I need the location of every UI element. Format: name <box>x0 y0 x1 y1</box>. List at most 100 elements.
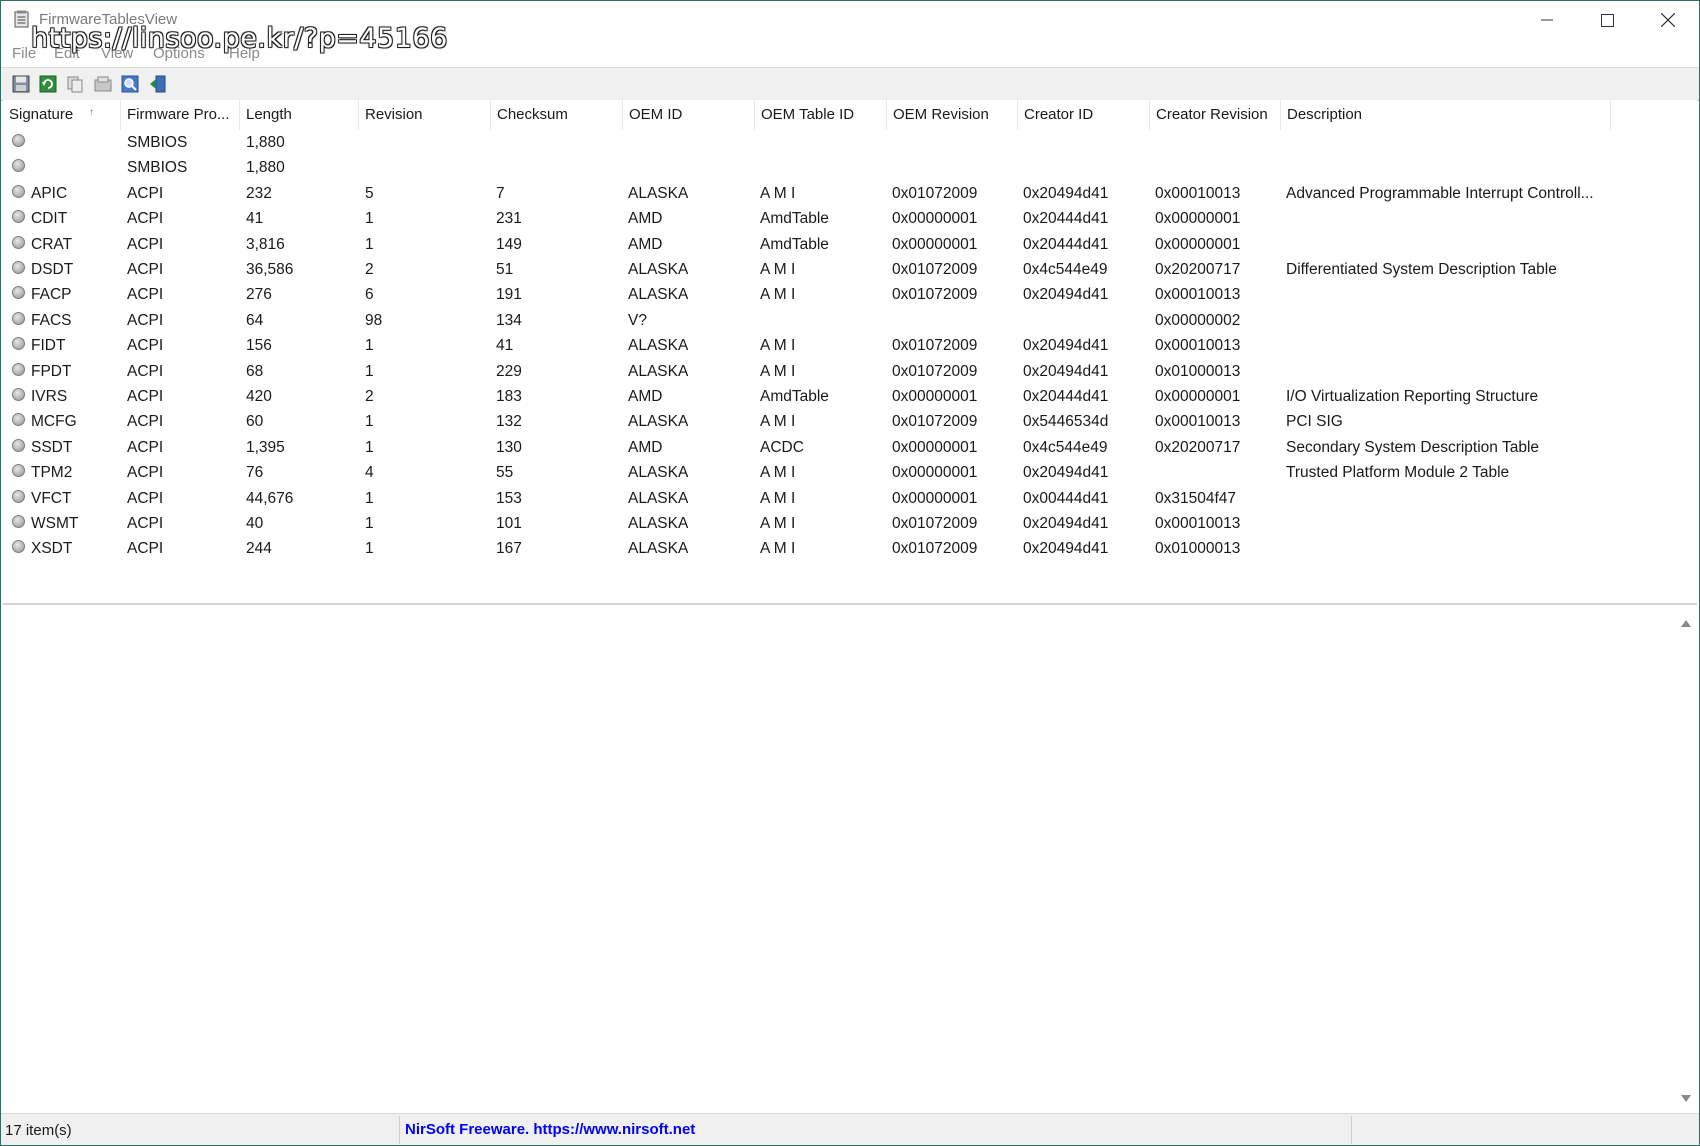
cell-creator-revision: 0x00000001 <box>1155 388 1241 405</box>
cell-creator-revision: 0x00000001 <box>1155 235 1241 253</box>
cell-oem-table-id: ACDC <box>760 438 804 456</box>
table-row[interactable]: CDIT ACPI 41 1 231 AMD AmdTable 0x00000001 0x204… <box>3 206 1697 231</box>
minimize-button[interactable] <box>1518 1 1576 39</box>
cell-length: 156 <box>246 337 272 355</box>
cell-revision: 1 <box>365 210 374 228</box>
table-row[interactable]: MCFG ACPI 60 1 132 ALASKA A M I 0x01072009 0x544… <box>3 409 1697 434</box>
cell-signature: FACS <box>31 311 72 329</box>
table-row[interactable]: TPM2 ACPI 76 4 55 ALASKA A M I 0x00000001 0x2049… <box>3 460 1697 485</box>
exit-button[interactable] <box>147 73 169 95</box>
cell-description: Secondary System Description Table <box>1286 438 1540 456</box>
table-item-icon <box>12 286 25 300</box>
column-header-revision[interactable]: Revision <box>359 100 491 130</box>
table-row[interactable]: FPDT ACPI 68 1 229 ALASKA A M I 0x01072009 0x204… <box>3 359 1697 384</box>
cell-checksum: 7 <box>496 184 505 202</box>
column-header-oem-revision[interactable]: OEM Revision <box>887 100 1018 130</box>
cell-creator-revision: 0x00000001 <box>1155 210 1241 228</box>
cell-description: Trusted Platform Module 2 Table <box>1286 464 1510 482</box>
scroll-up-icon[interactable] <box>1681 620 1691 627</box>
maximize-button[interactable] <box>1578 1 1636 39</box>
cell-description: Advanced Programmable Interrupt Controll… <box>1286 184 1594 202</box>
table-row[interactable]: IVRS ACPI 420 2 183 AMD AmdTable 0x00000001 0x20… <box>3 384 1697 409</box>
cell-signature: VFCT <box>31 489 72 507</box>
cell-oem-id: ALASKA <box>628 261 689 278</box>
nirsoft-link[interactable]: NirSoft Freeware. https://www.nirsoft.ne… <box>405 1121 695 1138</box>
cell-creator-revision: 0x31504f47 <box>1155 489 1237 507</box>
close-button[interactable] <box>1639 1 1697 39</box>
table-item-icon <box>12 489 25 503</box>
cell-oem-id: AMD <box>628 388 663 405</box>
column-header-creator-id[interactable]: Creator ID <box>1018 100 1150 130</box>
details-pane[interactable] <box>3 609 1697 1111</box>
cell-checksum: 183 <box>496 388 522 405</box>
cell-oem-revision: 0x01072009 <box>892 286 978 304</box>
cell-revision: 1 <box>365 337 374 355</box>
cell-signature: APIC <box>31 184 68 202</box>
column-header-oem-table-id[interactable]: OEM Table ID <box>755 100 887 130</box>
column-header-creator-revision[interactable]: Creator Revision <box>1150 100 1281 130</box>
save-button[interactable] <box>10 73 32 95</box>
table-item-icon <box>12 515 25 528</box>
table-row[interactable]: WSMT ACPI 40 1 101 ALASKA A M I 0x01072009 0x204… <box>3 511 1697 536</box>
column-header-length[interactable]: Length <box>240 100 359 130</box>
properties-button[interactable] <box>92 73 114 95</box>
cell-firmware-provider: ACPI <box>127 388 164 405</box>
table-row[interactable]: FACS ACPI 64 98 134 V? 0x00000002 <box>3 308 1697 333</box>
cell-length: 44,676 <box>246 489 294 507</box>
table-item-icon <box>12 540 25 554</box>
cell-oem-table-id: A M I <box>760 464 796 482</box>
vertical-scrollbar[interactable] <box>1675 609 1697 1111</box>
tables-list[interactable]: Signature ↑ Firmware Pro... Length Revis… <box>3 100 1697 605</box>
cell-firmware-provider: ACPI <box>127 438 164 456</box>
table-item-icon <box>12 311 25 325</box>
cell-firmware-provider: ACPI <box>127 362 164 380</box>
cell-oem-revision: 0x00000001 <box>892 235 978 253</box>
cell-creator-revision: 0x00010013 <box>1155 184 1241 202</box>
cell-signature: CDIT <box>31 210 68 228</box>
refresh-button[interactable] <box>37 73 59 95</box>
scroll-down-icon[interactable] <box>1681 1095 1691 1102</box>
exit-icon <box>150 75 166 93</box>
column-header-checksum[interactable]: Checksum <box>491 100 623 130</box>
close-icon <box>1661 13 1675 27</box>
cell-creator-id: 0x00444d41 <box>1023 489 1109 507</box>
cell-oem-id: ALASKA <box>628 337 689 355</box>
table-row[interactable]: DSDT ACPI 36,586 2 51 ALASKA A M I 0x01072009 0x… <box>3 257 1697 282</box>
table-row[interactable]: FIDT ACPI 156 1 41 ALASKA A M I 0x01072009 0x204… <box>3 333 1697 358</box>
cell-oem-revision: 0x01072009 <box>892 515 978 532</box>
table-row[interactable]: APIC ACPI 232 5 7 ALASKA A M I 0x01072009 0x2049… <box>3 181 1697 206</box>
cell-length: 76 <box>246 464 264 482</box>
table-row[interactable]: CRAT ACPI 3,816 1 149 AMD AmdTable 0x00000001 0x… <box>3 232 1697 257</box>
cell-signature: TPM2 <box>31 464 73 482</box>
copy-button[interactable] <box>64 73 86 95</box>
cell-length: 40 <box>246 515 264 532</box>
table-row[interactable]: SMBIOS 1,880 <box>3 130 1697 155</box>
cell-firmware-provider: ACPI <box>127 515 164 532</box>
table-row[interactable]: VFCT ACPI 44,676 1 153 ALASKA A M I 0x00000001 0… <box>3 486 1697 511</box>
cell-creator-id: 0x4c544e49 <box>1023 438 1108 456</box>
cell-firmware-provider: ACPI <box>127 413 164 431</box>
cell-oem-id: ALASKA <box>628 286 689 304</box>
cell-creator-id: 0x20494d41 <box>1023 337 1109 355</box>
item-count: 17 item(s) <box>5 1122 72 1139</box>
table-item-icon <box>12 210 25 224</box>
cell-firmware-provider: ACPI <box>127 489 164 507</box>
cell-revision: 1 <box>365 489 374 507</box>
column-header-oem-id[interactable]: OEM ID <box>623 100 755 130</box>
table-row[interactable]: XSDT ACPI 244 1 167 ALASKA A M I 0x01072009 0x20… <box>3 536 1697 561</box>
cell-creator-id: 0x20494d41 <box>1023 464 1109 482</box>
table-row[interactable]: SSDT ACPI 1,395 1 130 AMD ACDC 0x00000001 0x4c54… <box>3 435 1697 460</box>
cell-creator-id: 0x20444d41 <box>1023 388 1109 405</box>
table-row[interactable]: FACP ACPI 276 6 191 ALASKA A M I 0x01072009 0x20… <box>3 282 1697 307</box>
cell-revision: 1 <box>365 235 374 253</box>
table-row[interactable]: SMBIOS 1,880 <box>3 155 1697 180</box>
column-header-description[interactable]: Description <box>1281 100 1611 130</box>
toolbar <box>1 67 1699 101</box>
cell-creator-id: 0x20494d41 <box>1023 540 1109 558</box>
cell-checksum: 51 <box>496 261 514 278</box>
app-icon <box>14 10 30 28</box>
column-header-signature[interactable]: Signature ↑ <box>3 100 121 130</box>
find-button[interactable] <box>119 73 141 95</box>
cell-length: 1,880 <box>246 159 285 177</box>
column-header-firmware-provider[interactable]: Firmware Pro... <box>121 100 240 130</box>
